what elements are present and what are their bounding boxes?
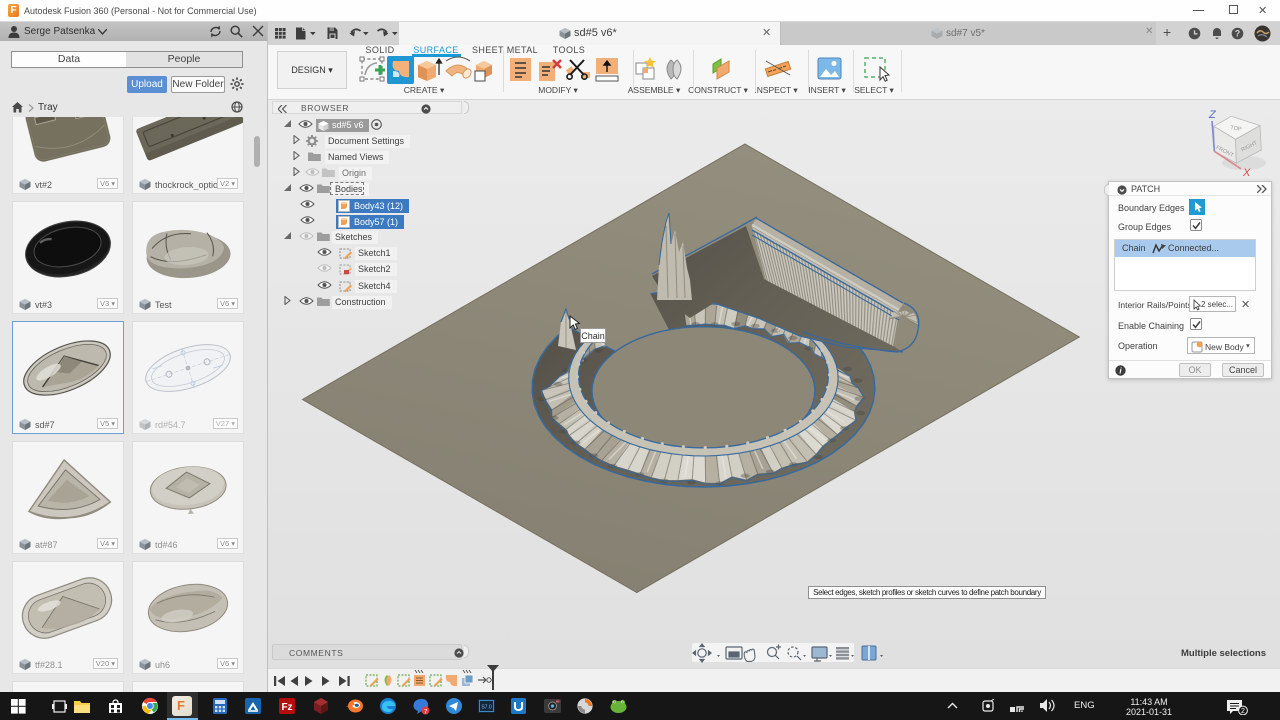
svg-text:7: 7 xyxy=(424,708,428,715)
svg-text:2: 2 xyxy=(1241,708,1245,715)
svg-text:Z: Z xyxy=(1208,109,1217,121)
svg-text:X: X xyxy=(1242,167,1251,179)
svg-text:S7.0: S7.0 xyxy=(481,705,492,711)
svg-text:Fz: Fz xyxy=(281,702,292,713)
